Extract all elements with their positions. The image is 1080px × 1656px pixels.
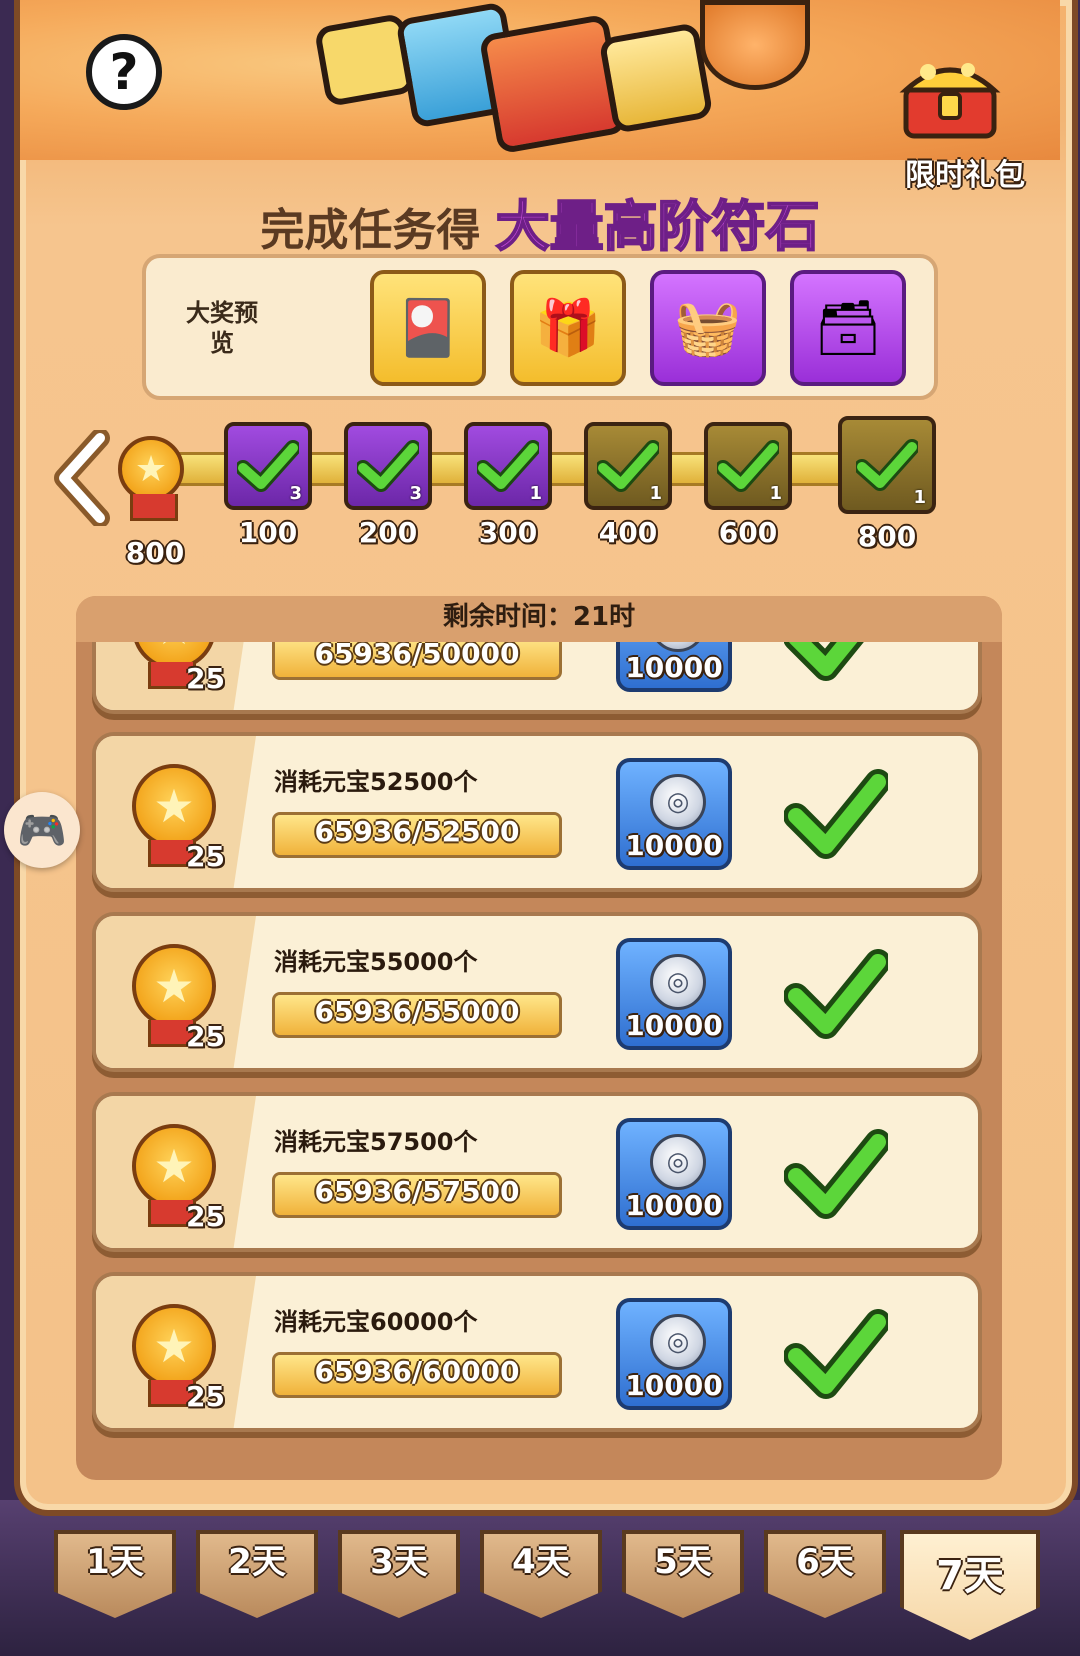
silver-coin-icon: ◎	[650, 954, 706, 1010]
prize-preview-label: 大奖预览	[186, 299, 258, 357]
milestone-count: 3	[409, 483, 422, 504]
task-reward[interactable]: ◎ 10000	[616, 938, 732, 1050]
task-medal-points: 25	[186, 662, 225, 695]
task-progress-text: 65936/52500	[314, 815, 520, 848]
task-medal-icon: ★	[132, 764, 216, 848]
current-points: 800	[125, 536, 185, 569]
task-row: ★ 25 消耗元宝52500个 65936/52500 ◎ 10000	[92, 732, 982, 892]
treasure-chest-icon[interactable]	[898, 50, 1002, 140]
task-reward-amount: 10000	[625, 1189, 723, 1222]
task-reward-amount: 10000	[625, 1369, 723, 1402]
completed-check-icon	[784, 1129, 888, 1219]
milestone-points: 800	[857, 520, 917, 553]
task-progress-text: 65936/50000	[314, 642, 520, 670]
silver-coin-icon: ◎	[650, 1134, 706, 1190]
task-medal-icon: ★	[132, 1124, 216, 1208]
help-button[interactable]: ?	[86, 34, 162, 110]
task-reward[interactable]: ◎ 10000	[616, 642, 732, 692]
task-medal-icon: ★	[132, 944, 216, 1028]
task-reward-amount: 10000	[625, 829, 723, 862]
task-reward-amount: 10000	[625, 651, 723, 684]
remaining-time: 剩余时间：21时	[76, 596, 1002, 642]
task-medal-icon: ★	[132, 1304, 216, 1388]
task-medal-points: 25	[186, 1380, 225, 1413]
task-row: ★ 25 65936/50000 ◎ 10000	[92, 642, 982, 714]
milestone-count: 1	[769, 483, 782, 504]
milestone-100[interactable]: 3	[224, 422, 312, 510]
gamepad-button[interactable]: 🎮	[4, 792, 80, 868]
milestone-count: 1	[649, 483, 662, 504]
task-progress-text: 65936/57500	[314, 1175, 520, 1208]
milestone-300[interactable]: 1	[464, 422, 552, 510]
task-list[interactable]: ★ 25 65936/50000 ◎ 10000 ★ 25 消耗元宝52500个	[86, 642, 992, 1468]
task-description: 消耗元宝60000个	[274, 1308, 478, 1336]
task-description: 消耗元宝52500个	[274, 768, 478, 796]
purple-cards-basket-icon: 🧺	[674, 296, 742, 359]
task-progress-bar: 65936/55000	[272, 992, 562, 1038]
milestone-points: 600	[718, 516, 778, 549]
back-arrow-icon[interactable]	[54, 428, 110, 528]
milestone-count: 1	[529, 483, 542, 504]
title-highlight: 大量高阶符石	[495, 194, 821, 259]
milestone-400[interactable]: 1	[584, 422, 672, 510]
task-row: ★ 25 消耗元宝60000个 65936/60000 ◎ 10000	[92, 1272, 982, 1432]
task-medal-points: 25	[186, 1200, 225, 1233]
silver-coin-icon: ◎	[650, 774, 706, 830]
purple-cards-chest-icon: 🗃	[813, 296, 883, 359]
completed-check-icon	[784, 949, 888, 1039]
rune-stone-red-icon	[478, 13, 628, 155]
task-progress-text: 65936/60000	[314, 1355, 520, 1388]
medal-ribbon	[130, 494, 178, 521]
gamepad-icon: 🎮	[17, 807, 67, 854]
gold-cards-basket-icon: 🎴	[394, 296, 462, 359]
completed-check-icon	[784, 1309, 888, 1399]
prize-purple-cards-chest[interactable]: 🗃	[790, 270, 906, 386]
task-progress-text: 65936/55000	[314, 995, 520, 1028]
completed-check-icon	[784, 769, 888, 859]
points-medal-icon: ★	[118, 436, 184, 502]
completed-check-icon	[784, 642, 864, 681]
task-medal-points: 25	[186, 1020, 225, 1053]
milestone-600[interactable]: 1	[704, 422, 792, 510]
gold-cards-bundle-icon: 🎁	[534, 296, 602, 359]
milestone-points: 200	[358, 516, 418, 549]
milestone-points: 100	[238, 516, 298, 549]
task-reward-amount: 10000	[625, 1009, 723, 1042]
rune-stone-gold-icon	[598, 22, 714, 134]
task-reward[interactable]: ◎ 10000	[616, 758, 732, 870]
silver-coin-icon: ◎	[650, 1314, 706, 1370]
gift-bag-icon	[700, 0, 810, 90]
task-description: 消耗元宝55000个	[274, 948, 478, 976]
prize-purple-cards-basket[interactable]: 🧺	[650, 270, 766, 386]
milestone-200[interactable]: 3	[344, 422, 432, 510]
task-medal-points: 25	[186, 840, 225, 873]
task-progress-bar: 65936/50000	[272, 642, 562, 680]
check-icon	[856, 439, 918, 491]
task-description: 消耗元宝57500个	[274, 1128, 478, 1156]
task-row: ★ 25 消耗元宝55000个 65936/55000 ◎ 10000	[92, 912, 982, 1072]
task-reward[interactable]: ◎ 10000	[616, 1118, 732, 1230]
prize-gold-cards-bundle[interactable]: 🎁	[510, 270, 626, 386]
task-reward[interactable]: ◎ 10000	[616, 1298, 732, 1410]
milestone-800[interactable]: 1	[838, 416, 936, 514]
task-progress-bar: 65936/60000	[272, 1352, 562, 1398]
title-prefix: 完成任务得	[260, 205, 481, 256]
milestone-points: 300	[478, 516, 538, 549]
event-title: 完成任务得 大量高阶符石	[0, 182, 1080, 261]
milestone-count: 1	[913, 487, 926, 508]
task-progress-bar: 65936/57500	[272, 1172, 562, 1218]
task-progress-bar: 65936/52500	[272, 812, 562, 858]
milestone-count: 3	[289, 483, 302, 504]
prize-gold-cards-basket[interactable]: 🎴	[370, 270, 486, 386]
milestone-points: 400	[598, 516, 658, 549]
task-row: ★ 25 消耗元宝57500个 65936/57500 ◎ 10000	[92, 1092, 982, 1252]
